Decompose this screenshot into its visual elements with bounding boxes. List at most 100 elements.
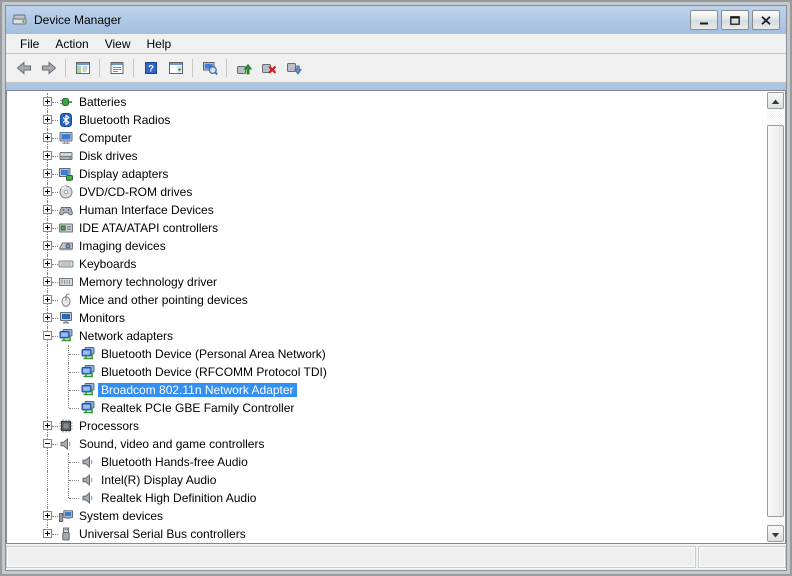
tree-item-label[interactable]: DVD/CD-ROM drives xyxy=(76,185,195,199)
tree-item[interactable]: Realtek High Definition Audio xyxy=(7,489,768,507)
display-adapter-icon xyxy=(58,166,74,182)
expand-toggle[interactable] xyxy=(43,421,52,430)
tree-item-label[interactable]: Intel(R) Display Audio xyxy=(98,473,219,487)
menu-action[interactable]: Action xyxy=(47,35,96,53)
monitor-icon xyxy=(58,310,74,326)
tree-item-label[interactable]: Mice and other pointing devices xyxy=(76,293,251,307)
tree-item[interactable]: Bluetooth Hands-free Audio xyxy=(7,453,768,471)
tree-item-label[interactable]: Keyboards xyxy=(76,257,139,271)
tree-item[interactable]: Network adapters xyxy=(7,327,768,345)
tree-item[interactable]: Intel(R) Display Audio xyxy=(7,471,768,489)
scrollbar-thumb[interactable] xyxy=(767,125,784,517)
expand-toggle[interactable] xyxy=(43,511,52,520)
memory-icon xyxy=(58,274,74,290)
expand-toggle[interactable] xyxy=(43,223,52,232)
tree-connector xyxy=(47,381,48,399)
minimize-button[interactable] xyxy=(690,10,718,30)
expand-toggle[interactable] xyxy=(43,205,52,214)
tree-item-label[interactable]: Universal Serial Bus controllers xyxy=(76,527,249,541)
tree-item-label[interactable]: IDE ATA/ATAPI controllers xyxy=(76,221,221,235)
tree-item[interactable]: Processors xyxy=(7,417,768,435)
tree-item-label[interactable]: Processors xyxy=(76,419,142,433)
uninstall-device-button[interactable] xyxy=(256,56,281,80)
menu-file[interactable]: File xyxy=(12,35,47,53)
expand-toggle[interactable] xyxy=(43,241,52,250)
expand-toggle[interactable] xyxy=(43,277,52,286)
tree-item[interactable]: Bluetooth Radios xyxy=(7,111,768,129)
expand-toggle[interactable] xyxy=(43,259,52,268)
expand-toggle[interactable] xyxy=(43,115,52,124)
tree-item-label[interactable]: Bluetooth Device (Personal Area Network) xyxy=(98,347,329,361)
console-tree-icon xyxy=(75,60,91,76)
console-pane: Batteries Bluetooth Radios Computer Disk dr… xyxy=(6,90,786,544)
expand-toggle[interactable] xyxy=(43,529,52,538)
tree-item[interactable]: Bluetooth Device (Personal Area Network) xyxy=(7,345,768,363)
back-button[interactable] xyxy=(11,56,36,80)
tree-item[interactable]: Universal Serial Bus controllers xyxy=(7,525,768,543)
properties-button[interactable] xyxy=(104,56,129,80)
tree-item[interactable]: Monitors xyxy=(7,309,768,327)
scroll-down-button[interactable] xyxy=(767,525,784,542)
tree-item-label[interactable]: System devices xyxy=(76,509,166,523)
action-pane-icon xyxy=(168,60,184,76)
tree-item[interactable]: Imaging devices xyxy=(7,237,768,255)
tree-item[interactable]: Mice and other pointing devices xyxy=(7,291,768,309)
tree-item-label[interactable]: Disk drives xyxy=(76,149,141,163)
tree-item-label[interactable]: Sound, video and game controllers xyxy=(76,437,267,451)
tree-item[interactable]: IDE ATA/ATAPI controllers xyxy=(7,219,768,237)
tree-item-label[interactable]: Monitors xyxy=(76,311,128,325)
tree-item-label[interactable]: Computer xyxy=(76,131,135,145)
expand-toggle[interactable] xyxy=(43,187,52,196)
tree-item-label[interactable]: Network adapters xyxy=(76,329,176,343)
menu-view[interactable]: View xyxy=(97,35,139,53)
tree-item-label[interactable]: Bluetooth Hands-free Audio xyxy=(98,455,251,469)
tree-item-label[interactable]: Broadcom 802.11n Network Adapter xyxy=(98,383,297,397)
tree-item[interactable]: Disk drives xyxy=(7,147,768,165)
tree-item-label[interactable]: Bluetooth Device (RFCOMM Protocol TDI) xyxy=(98,365,330,379)
scan-hardware-button[interactable] xyxy=(197,56,222,80)
tree-item-label[interactable]: Imaging devices xyxy=(76,239,169,253)
tree-item-label[interactable]: Memory technology driver xyxy=(76,275,220,289)
expand-toggle[interactable] xyxy=(43,97,52,106)
disable-device-button[interactable] xyxy=(281,56,306,80)
expand-toggle[interactable] xyxy=(43,133,52,142)
tree-item[interactable]: Bluetooth Device (RFCOMM Protocol TDI) xyxy=(7,363,768,381)
toolbar-separator xyxy=(226,59,227,77)
close-button[interactable] xyxy=(752,10,780,30)
tree-item[interactable]: Keyboards xyxy=(7,255,768,273)
tree-item[interactable]: Human Interface Devices xyxy=(7,201,768,219)
update-driver-button[interactable] xyxy=(231,56,256,80)
tree-item-label[interactable]: Realtek High Definition Audio xyxy=(98,491,259,505)
expand-toggle[interactable] xyxy=(43,169,52,178)
tree-item[interactable]: Batteries xyxy=(7,93,768,111)
vertical-scrollbar[interactable] xyxy=(767,92,784,542)
tree-item[interactable]: DVD/CD-ROM drives xyxy=(7,183,768,201)
tree-item[interactable]: Memory technology driver xyxy=(7,273,768,291)
tree-item[interactable]: System devices xyxy=(7,507,768,525)
tree-connector xyxy=(47,453,48,471)
tree-item[interactable]: Display adapters xyxy=(7,165,768,183)
tree-item-label[interactable]: Display adapters xyxy=(76,167,171,181)
menu-help[interactable]: Help xyxy=(139,35,180,53)
action-pane-button[interactable] xyxy=(163,56,188,80)
expand-toggle[interactable] xyxy=(43,151,52,160)
tree-item[interactable]: Computer xyxy=(7,129,768,147)
expand-toggle[interactable] xyxy=(43,295,52,304)
scroll-up-button[interactable] xyxy=(767,92,784,109)
expand-toggle[interactable] xyxy=(43,313,52,322)
tree-item[interactable]: Sound, video and game controllers xyxy=(7,435,768,453)
collapse-toggle[interactable] xyxy=(43,331,52,340)
tree-item-label[interactable]: Human Interface Devices xyxy=(76,203,217,217)
console-tree-button[interactable] xyxy=(70,56,95,80)
network-adapter-icon xyxy=(80,382,96,398)
tree-item[interactable]: Broadcom 802.11n Network Adapter xyxy=(7,381,768,399)
maximize-button[interactable] xyxy=(721,10,749,30)
tree-item-label[interactable]: Batteries xyxy=(76,95,129,109)
tree-item-label[interactable]: Bluetooth Radios xyxy=(76,113,173,127)
help-button[interactable]: ? xyxy=(138,56,163,80)
tree-item[interactable]: Realtek PCIe GBE Family Controller xyxy=(7,399,768,417)
collapse-toggle[interactable] xyxy=(43,439,52,448)
status-pane-secondary xyxy=(699,547,785,567)
forward-button[interactable] xyxy=(36,56,61,80)
tree-item-label[interactable]: Realtek PCIe GBE Family Controller xyxy=(98,401,297,415)
